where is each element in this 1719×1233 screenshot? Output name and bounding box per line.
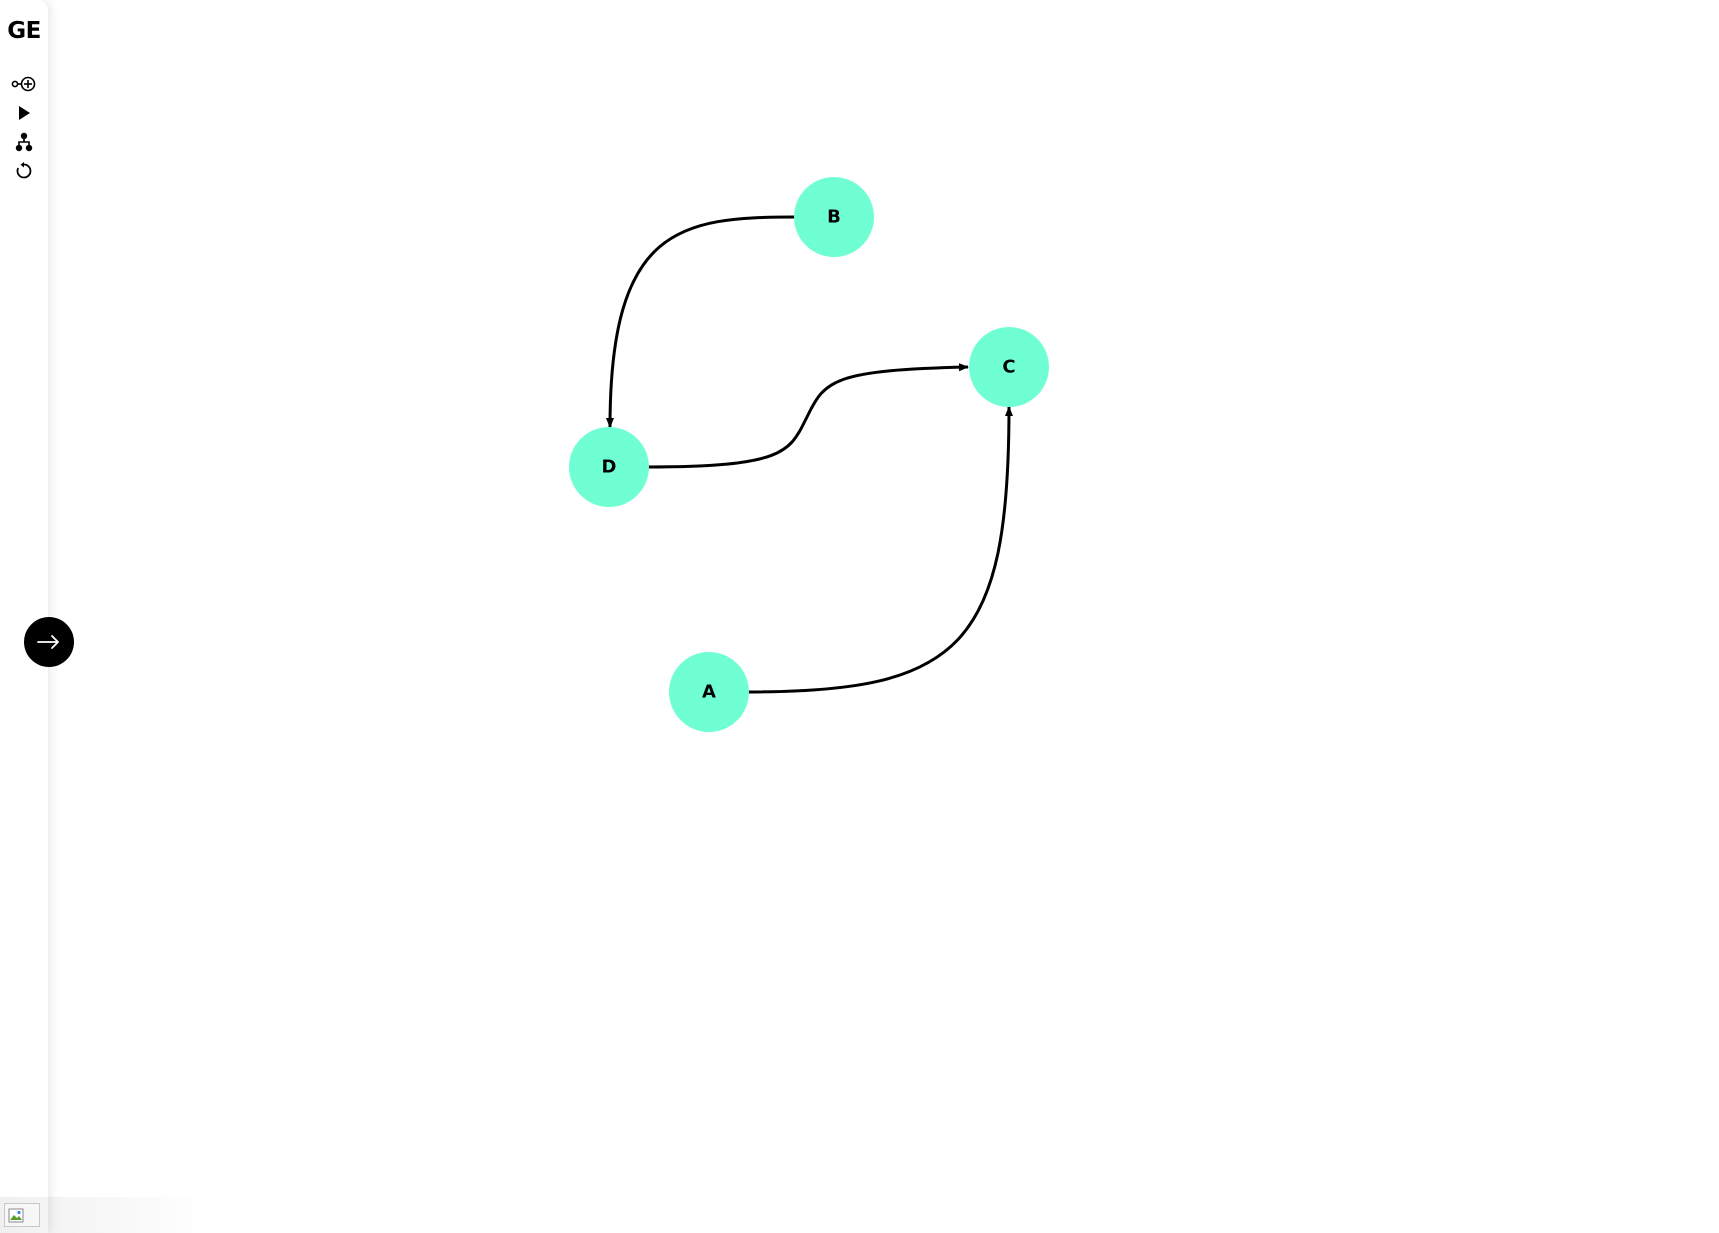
layout-button[interactable] xyxy=(10,131,38,153)
node-d-label: D xyxy=(602,457,617,478)
edge-d-to-c[interactable] xyxy=(647,363,969,469)
sidebar-toggle-button[interactable] xyxy=(24,617,74,667)
edge-a-to-c[interactable] xyxy=(747,406,1013,694)
refresh-icon xyxy=(16,162,32,179)
add-node-icon xyxy=(11,76,36,92)
graph-editor-app: B C D A GE xyxy=(0,0,1719,1233)
sidebar: GE xyxy=(0,0,48,1233)
add-node-button[interactable] xyxy=(10,73,38,95)
node-d[interactable]: D xyxy=(569,427,649,507)
node-b-label: B xyxy=(827,207,841,228)
node-b[interactable]: B xyxy=(794,177,874,257)
run-button[interactable] xyxy=(10,102,38,124)
node-a-label: A xyxy=(702,682,716,703)
graph-canvas[interactable]: B C D A xyxy=(0,0,1719,1233)
play-icon xyxy=(19,106,30,120)
reset-button[interactable] xyxy=(10,160,38,182)
node-c[interactable]: C xyxy=(969,327,1049,407)
arrow-right-icon xyxy=(37,635,59,649)
broken-image-icon xyxy=(4,1203,40,1227)
node-c-label: C xyxy=(1002,357,1015,378)
tree-hierarchy-icon xyxy=(15,132,33,152)
node-a[interactable]: A xyxy=(669,652,749,732)
edge-b-to-d[interactable] xyxy=(606,215,796,428)
app-logo: GE xyxy=(7,18,41,44)
